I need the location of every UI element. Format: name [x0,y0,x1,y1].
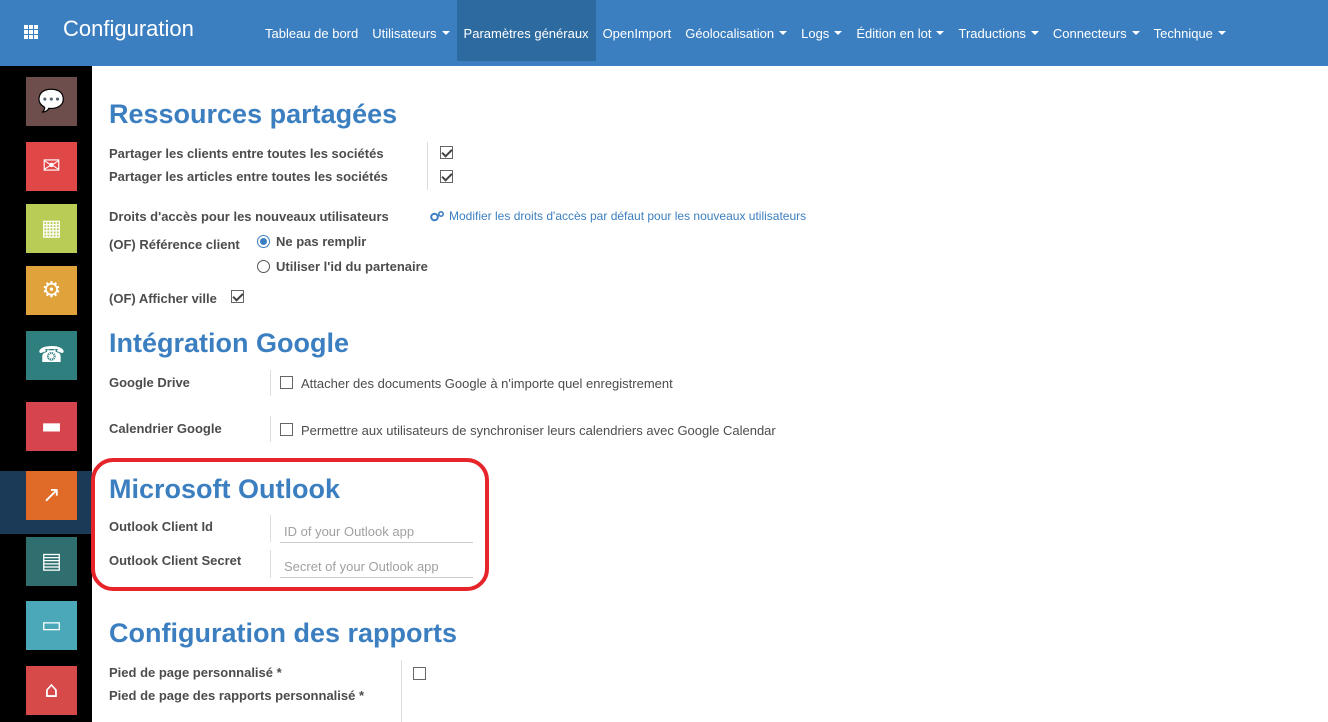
google-drive-label: Google Drive [109,375,190,390]
app-glyph: ▦ [41,216,62,241]
outlook-client-secret-label: Outlook Client Secret [109,553,242,568]
field-divider [427,142,428,190]
menu-item-0[interactable]: Tableau de bord [258,0,365,66]
menu-item-label: OpenImport [602,25,672,41]
report-footer-label: Pied de page des rapports personnalisé * [109,688,365,703]
app-glyph: ▬ [41,414,62,439]
caret-down-icon [1131,31,1140,35]
menu-item-label: Édition en lot [856,25,932,41]
app-sidebar: 💬 ✉ ▦ ⚙ ☎ ▬ ↗ ▤ ▭ ⌂ [0,66,92,722]
custom-footer-checkbox[interactable] [413,667,426,680]
menu-item-label: Tableau de bord [265,25,359,41]
google-drive-option: Attacher des documents Google à n'import… [301,376,673,391]
menu-item-label: Paramètres généraux [463,25,589,41]
app-glyph: ▭ [41,613,62,638]
client-ref-option-partner[interactable]: Utiliser l'id du partenaire [276,259,428,274]
share-clients-label: Partager les clients entre toutes les so… [109,146,384,161]
menu-item-label: Technique [1153,25,1213,41]
menu-item-label: Géolocalisation [685,25,775,41]
sidebar-documents-app-icon[interactable]: ▬ [26,402,77,451]
section-title-reports: Configuration des rapports [109,618,458,648]
app-glyph: ☎ [37,343,66,368]
outlook-client-secret-input[interactable] [280,555,473,578]
sidebar-forms-app-icon[interactable]: ▤ [26,537,77,586]
sidebar-website-app-icon[interactable]: ⌂ [26,666,77,715]
outlook-client-id-input[interactable] [280,520,473,543]
top-navbar: Configuration Tableau de bord Utilisateur… [0,0,1328,66]
menu-item-3[interactable]: OpenImport [596,0,679,66]
caret-down-icon [1030,31,1039,35]
client-ref-radio-partner[interactable] [257,260,270,273]
app-glyph: ↗ [42,483,61,508]
sidebar-payment-app-icon[interactable]: ▭ [26,601,77,650]
caret-down-icon [936,31,945,35]
client-reference-label: (OF) Référence client [109,237,240,252]
menu-item-label: Connecteurs [1052,25,1127,41]
show-city-label: (OF) Afficher ville [109,291,217,306]
menu-item-label: Utilisateurs [372,25,437,41]
sidebar-reporting-app-icon[interactable]: ↗ [26,471,77,520]
gears-icon [430,211,444,222]
field-divider [270,550,271,578]
sidebar-calendar-app-icon[interactable]: ▦ [26,204,77,253]
sidebar-contacts-app-icon[interactable]: ☎ [26,331,77,380]
app-glyph: ⚙ [41,278,62,303]
app-glyph: ⌂ [44,678,59,703]
field-divider [270,416,271,442]
modify-default-access-rights-link[interactable]: Modifier les droits d'accès par défaut p… [449,209,806,223]
custom-footer-label: Pied de page personnalisé * [109,665,282,680]
menu-item-2[interactable]: Paramètres généraux [456,0,596,61]
field-divider [270,370,271,396]
menu-item-label: Traductions [958,25,1026,41]
sidebar-discuss-app-icon[interactable]: 💬 [26,77,77,126]
apps-grid-icon[interactable] [24,25,38,39]
menu-item-4[interactable]: Géolocalisation [678,0,794,66]
menu-item-6[interactable]: Édition en lot [849,0,951,66]
section-title-google: Intégration Google [109,328,349,358]
google-calendar-option: Permettre aux utilisateurs de synchronis… [301,423,776,438]
share-articles-label: Partager les articles entre toutes les s… [109,169,388,184]
section-title-shared-resources: Ressources partagées [109,99,398,129]
share-clients-checkbox[interactable] [440,146,453,159]
field-divider [270,515,271,542]
client-ref-radio-none[interactable] [257,235,270,248]
google-calendar-label: Calendrier Google [109,421,222,436]
google-drive-checkbox[interactable] [280,376,293,389]
share-articles-checkbox[interactable] [440,170,453,183]
outlook-client-id-label: Outlook Client Id [109,519,213,534]
caret-down-icon [834,31,843,35]
menu-item-7[interactable]: Traductions [951,0,1045,66]
google-calendar-checkbox[interactable] [280,423,293,436]
sidebar-geolocation-app-icon[interactable]: ⚙ [26,266,77,315]
caret-down-icon [1217,31,1226,35]
menu-item-1[interactable]: Utilisateurs [365,0,456,66]
show-city-checkbox[interactable] [231,290,244,303]
section-title-outlook: Microsoft Outlook [109,474,340,504]
access-rights-label: Droits d'accès pour les nouveaux utilisa… [109,209,389,224]
app-glyph: ▤ [41,549,62,574]
app-glyph: ✉ [42,154,61,179]
app-glyph: 💬 [37,89,66,114]
sidebar-mail-app-icon[interactable]: ✉ [26,142,77,191]
field-divider [401,660,402,722]
main-menu: Tableau de bord Utilisateurs Paramètres gé… [258,0,1233,66]
client-ref-option-none[interactable]: Ne pas remplir [276,234,366,249]
menu-item-5[interactable]: Logs [794,0,849,66]
menu-item-label: Logs [801,25,830,41]
caret-down-icon [441,31,450,35]
menu-item-8[interactable]: Connecteurs [1046,0,1147,66]
caret-down-icon [779,31,788,35]
app-title: Configuration [63,16,194,41]
menu-item-9[interactable]: Technique [1147,0,1233,66]
